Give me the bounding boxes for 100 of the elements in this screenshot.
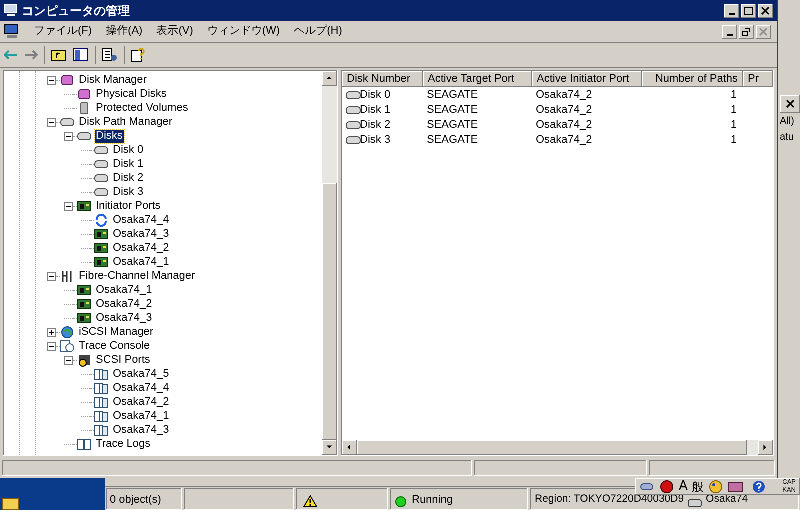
tree-item[interactable]: Osaka74_2 (95, 298, 154, 310)
column-header[interactable]: Pr (743, 71, 773, 87)
help-icon[interactable] (131, 48, 147, 62)
scrollbar-thumb[interactable] (322, 182, 337, 440)
scroll-right-button[interactable] (758, 440, 773, 455)
service-state: Running (412, 492, 453, 508)
circuit-card-icon (94, 242, 109, 254)
table-cell-text: SEAGATE (427, 103, 478, 118)
region-label: Region: TOKYO7220D40030D9 (535, 492, 684, 508)
menu-item[interactable]: 表示(V) (156, 23, 194, 40)
export-list-icon[interactable] (102, 48, 118, 62)
minimize-button[interactable] (724, 4, 739, 18)
column-header[interactable]: Active Target Port (423, 71, 532, 87)
tree-item[interactable]: Fibre-Channel Manager (78, 270, 196, 282)
disk-manager-icon (60, 74, 75, 86)
tree-item[interactable]: Osaka74_3 (112, 228, 170, 240)
menu-item[interactable]: ウィンドウ(W) (207, 23, 280, 40)
menu-item[interactable]: ヘルプ(H) (294, 23, 342, 40)
menu-item[interactable]: ファイル(F) (34, 23, 92, 40)
sync-arrows-icon (94, 214, 109, 226)
disk-drive-icon (94, 186, 109, 198)
window-title: コンピュータの管理 (22, 2, 130, 20)
tree-item[interactable]: Osaka74_3 (95, 312, 154, 324)
tree-item[interactable]: Disk Path Manager (78, 116, 174, 128)
object-count: 0 object(s) (110, 492, 162, 508)
scroll-left-button[interactable] (342, 440, 357, 455)
tree-item[interactable]: Osaka74_1 (112, 256, 170, 268)
partial-label: atu (780, 131, 794, 145)
status-dot-icon (395, 496, 407, 508)
disk-drive-icon (60, 116, 75, 128)
tree-item[interactable]: Osaka74_1 (112, 410, 170, 422)
collapse-toggle-icon[interactable] (47, 118, 56, 126)
column-header[interactable]: Disk Number (342, 71, 423, 87)
input-mode-indicator: A (679, 478, 688, 494)
menu-item[interactable]: 操作(A) (106, 23, 143, 40)
table-cell-text: SEAGATE (427, 88, 478, 104)
kanji-mode-indicator: 般 (692, 478, 704, 496)
up-folder-icon[interactable] (51, 48, 67, 62)
disk-drive-icon (94, 172, 109, 184)
open-book-icon (77, 438, 92, 450)
tree-item[interactable]: Disk 2 (112, 172, 145, 184)
collapse-toggle-icon[interactable] (47, 76, 56, 84)
close-button[interactable] (780, 95, 800, 113)
table-cell-text: Osaka74_2 (536, 103, 592, 118)
tree-item[interactable]: Disks (95, 130, 124, 142)
book-document-icon (94, 382, 109, 394)
tree-item[interactable]: Physical Disks (95, 88, 168, 100)
scroll-down-button[interactable] (322, 440, 337, 455)
collapse-toggle-icon[interactable] (47, 342, 56, 350)
disk-manager-icon (77, 88, 92, 100)
tree-item[interactable]: Trace Console (78, 340, 152, 352)
minimize-button[interactable] (722, 24, 737, 38)
table-cell-text: Disk 0 (360, 88, 391, 104)
restore-icon (742, 28, 751, 36)
partial-label: All) (780, 115, 794, 129)
collapse-toggle-icon[interactable] (64, 132, 73, 140)
tree-item[interactable]: Disk 1 (112, 158, 145, 170)
circuit-card-icon (94, 228, 109, 240)
panel-toggle-icon[interactable] (73, 48, 89, 62)
tree-item[interactable]: Protected Volumes (95, 102, 190, 114)
forward-arrow-icon[interactable] (24, 50, 38, 60)
collapse-toggle-icon[interactable] (47, 272, 56, 280)
tree-item[interactable]: SCSI Ports (95, 354, 152, 366)
vertical-scrollbar[interactable] (322, 71, 337, 455)
book-document-icon (94, 410, 109, 422)
column-header[interactable]: Number of Paths (642, 71, 743, 87)
scroll-up-button[interactable] (322, 71, 337, 86)
table-cell-text: Osaka74_2 (536, 133, 592, 148)
minimize-icon (726, 34, 732, 36)
tree-item[interactable]: Osaka74_4 (112, 214, 170, 226)
expand-toggle-icon[interactable] (47, 328, 56, 336)
tree-item[interactable]: Osaka74_2 (112, 242, 170, 254)
tree-item[interactable]: Disk 3 (112, 186, 145, 198)
close-icon (786, 100, 794, 108)
disk-drive-icon (77, 130, 92, 142)
maximize-icon (744, 6, 753, 14)
tree-item[interactable]: Osaka74_5 (112, 368, 170, 380)
tree-item[interactable]: Osaka74_2 (112, 396, 170, 408)
ball-icon (659, 480, 675, 494)
disk-drive-icon (94, 158, 109, 170)
restore-button[interactable] (739, 24, 754, 38)
tree-item[interactable]: Osaka74_3 (112, 424, 170, 436)
folder-clock-icon (77, 354, 92, 366)
circuit-card-icon (77, 312, 92, 324)
tree-item[interactable]: Osaka74_4 (112, 382, 170, 394)
tree-item[interactable]: Disk Manager (78, 74, 148, 86)
tree-item[interactable]: Initiator Ports (95, 200, 162, 212)
computer-icon (4, 24, 20, 39)
collapse-toggle-icon[interactable] (64, 202, 73, 210)
table-cell-text: SEAGATE (427, 133, 478, 148)
close-button[interactable] (758, 4, 773, 18)
tree-item[interactable]: Trace Logs (95, 438, 152, 450)
tree-item[interactable]: iSCSI Manager (78, 326, 155, 338)
circuit-card-icon (77, 284, 92, 296)
close-icon (761, 6, 770, 14)
maximize-button[interactable] (741, 4, 756, 18)
collapse-toggle-icon[interactable] (64, 356, 73, 364)
column-header[interactable]: Active Initiator Port (532, 71, 642, 87)
tree-item[interactable]: Osaka74_1 (95, 284, 154, 296)
tree-item[interactable]: Disk 0 (112, 144, 145, 156)
